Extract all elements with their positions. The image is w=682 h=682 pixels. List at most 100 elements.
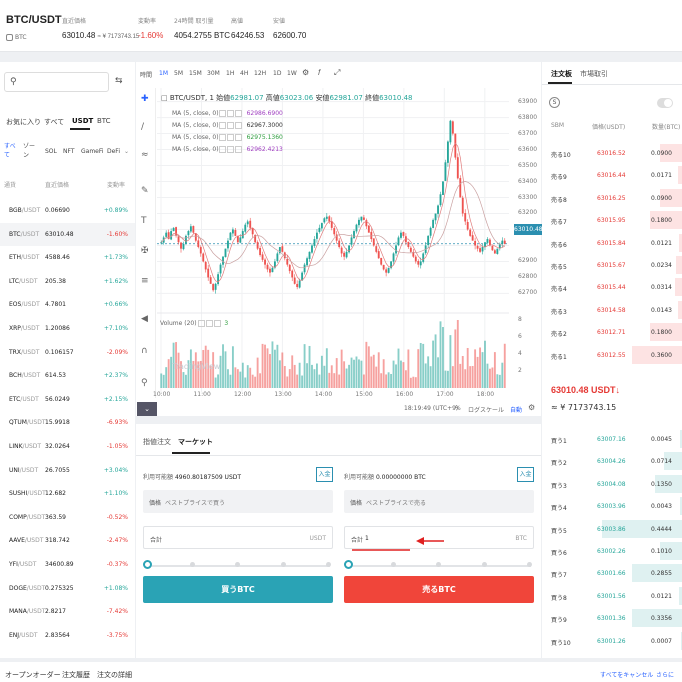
more-link[interactable]: さらに <box>656 670 674 679</box>
swap-icon[interactable]: ⇆ <box>115 76 123 86</box>
auto-scale-toggle[interactable]: 自動 <box>510 405 522 414</box>
sell-slider-handle[interactable] <box>344 560 353 569</box>
bid-row[interactable]: 買う10 63001.26 0.0007 <box>542 630 682 652</box>
tf-30m[interactable]: 30M <box>207 70 220 77</box>
zoom-icon[interactable]: ⚲ <box>141 378 148 388</box>
sell-button[interactable]: 売るBTC <box>344 576 534 603</box>
market-row[interactable]: SUSHI/USDT 12.682 +1.10% <box>0 482 135 506</box>
collapse-icon[interactable]: ⌄ <box>137 402 157 416</box>
market-row[interactable]: LTC/USDT 205.38 +1.62% <box>0 270 135 294</box>
fullscreen-icon[interactable]: ⤢ <box>334 68 340 78</box>
slider-tick[interactable] <box>391 562 396 567</box>
tab-market-order[interactable]: マーケット <box>178 437 213 447</box>
tf-5m[interactable]: 5M <box>174 70 183 77</box>
market-row[interactable]: DOGE/USDT 0.275325 +1.08% <box>0 577 135 601</box>
tab-open-orders[interactable]: オープンオーダー <box>5 670 61 680</box>
eye-icon[interactable] <box>198 320 206 327</box>
bid-row[interactable]: 買う2 63004.26 0.0714 <box>542 450 682 472</box>
bid-row[interactable]: 買う6 63002.26 0.1010 <box>542 540 682 562</box>
market-row[interactable]: XRP/USDT 1.20086 +7.10% <box>0 317 135 341</box>
depth-merge-icon[interactable]: S <box>549 97 560 108</box>
bid-row[interactable]: 買う5 63003.86 0.4444 <box>542 518 682 540</box>
slider-tick[interactable] <box>482 562 487 567</box>
gear-icon[interactable] <box>226 122 234 129</box>
ask-row[interactable]: 売る2 63012.71 0.1800 <box>542 321 682 343</box>
market-row[interactable]: AAVE/USDT 318.742 -2.47% <box>0 529 135 553</box>
indicator-icon[interactable]: 𝑓 <box>318 68 321 78</box>
percent-toggle[interactable]: % <box>455 405 461 412</box>
tab-limit-order[interactable]: 指値注文 <box>143 437 171 447</box>
slider-tick[interactable] <box>326 562 331 567</box>
tab-btc[interactable]: BTC <box>97 117 111 125</box>
close-icon[interactable] <box>234 146 242 153</box>
brush-icon[interactable]: ✎ <box>141 186 149 196</box>
subtab-zone[interactable]: ゾー ン <box>23 142 35 160</box>
tab-market-trades[interactable]: 市場取引 <box>580 69 608 79</box>
tf-1m[interactable]: 1M <box>159 70 168 77</box>
market-row[interactable]: ENJ/USDT 2.83564 -3.75% <box>0 624 135 648</box>
market-row[interactable]: LINK/USDT 32.0264 -1.05% <box>0 435 135 459</box>
ask-row[interactable]: 売る10 63016.52 0.0900 <box>542 142 682 164</box>
buy-deposit-button[interactable]: 入金 <box>316 467 333 482</box>
gear-icon[interactable] <box>226 146 234 153</box>
market-row[interactable]: UNI/USDT 26.7055 +3.04% <box>0 459 135 483</box>
tab-order-history[interactable]: 注文履歴 <box>62 670 90 680</box>
col-change[interactable]: 変動率 <box>107 180 125 189</box>
col-price[interactable]: 直近価格 <box>45 180 69 189</box>
eye-icon[interactable] <box>218 134 226 141</box>
eye-icon[interactable] <box>218 110 226 117</box>
sell-deposit-button[interactable]: 入金 <box>517 467 534 482</box>
slider-tick[interactable] <box>190 562 195 567</box>
bid-row[interactable]: 買う4 63003.96 0.0043 <box>542 495 682 517</box>
text-icon[interactable]: T <box>141 216 147 226</box>
subtab-all[interactable]: すべ て <box>4 142 16 160</box>
subtab-gamefi[interactable]: GameFi <box>81 148 104 155</box>
ask-row[interactable]: 売る1 63012.55 0.3600 <box>542 344 682 366</box>
crosshair-icon[interactable]: ✚ <box>141 94 149 104</box>
gear-icon[interactable] <box>226 110 234 117</box>
bid-row[interactable]: 買う1 63007.16 0.0045 <box>542 428 682 450</box>
tf-time[interactable]: 時間 <box>140 70 152 79</box>
ask-row[interactable]: 売る3 63014.58 0.0143 <box>542 299 682 321</box>
gear-icon[interactable] <box>226 134 234 141</box>
market-row[interactable]: COMP/USDT 363.59 -0.52% <box>0 506 135 530</box>
ask-row[interactable]: 売る9 63016.44 0.0171 <box>542 164 682 186</box>
chart-settings-icon[interactable]: ⚙ <box>528 403 535 412</box>
slider-tick[interactable] <box>436 562 441 567</box>
eye-icon[interactable] <box>218 146 226 153</box>
back-icon[interactable]: ◀ <box>141 314 148 324</box>
bid-row[interactable]: 買う8 63001.56 0.0121 <box>542 585 682 607</box>
pattern-icon[interactable]: ✠ <box>141 246 149 256</box>
slider-tick[interactable] <box>281 562 286 567</box>
slider-tick[interactable] <box>235 562 240 567</box>
channel-icon[interactable]: ≈ <box>141 150 149 160</box>
tab-favorites[interactable]: お気に入り <box>6 117 41 127</box>
close-icon[interactable] <box>234 122 242 129</box>
market-row[interactable]: MANA/USDT 2.8217 -7.42% <box>0 600 135 624</box>
tab-order-details[interactable]: 注文の詳細 <box>97 670 132 680</box>
ask-row[interactable]: 売る5 63015.67 0.0234 <box>542 254 682 276</box>
toggle-switch[interactable] <box>657 98 673 108</box>
market-row[interactable]: BGB/USDT 0.06690 +0.89% <box>0 199 135 223</box>
tf-1d[interactable]: 1D <box>273 70 281 77</box>
close-icon[interactable] <box>214 320 222 327</box>
bid-row[interactable]: 買う7 63001.66 0.2855 <box>542 562 682 584</box>
col-coin[interactable]: 通貨 <box>4 180 16 189</box>
subtab-nft[interactable]: NFT <box>63 148 75 155</box>
tab-usdt[interactable]: USDT <box>72 117 93 125</box>
bid-row[interactable]: 買う9 63001.36 0.3356 <box>542 607 682 629</box>
market-row[interactable]: ETC/USDT 56.0249 +2.15% <box>0 388 135 412</box>
ask-row[interactable]: 売る7 63015.95 0.1800 <box>542 209 682 231</box>
gear-icon[interactable] <box>206 320 214 327</box>
buy-slider-handle[interactable] <box>143 560 152 569</box>
trendline-icon[interactable]: ∕ <box>141 122 144 132</box>
search-input[interactable]: ⚲ <box>4 72 109 92</box>
buy-button[interactable]: 買うBTC <box>143 576 333 603</box>
ask-row[interactable]: 売る8 63016.25 0.0900 <box>542 187 682 209</box>
market-row[interactable]: ETH/USDT 4588.46 +1.73% <box>0 246 135 270</box>
tab-all[interactable]: すべて <box>44 117 64 127</box>
market-row[interactable]: TRX/USDT 0.106157 -2.09% <box>0 341 135 365</box>
sell-price-field[interactable]: 価格 ベストプライスで売る <box>344 490 534 513</box>
subtab-sol[interactable]: SOL <box>45 148 57 155</box>
measure-icon[interactable]: ≡ <box>141 276 149 286</box>
